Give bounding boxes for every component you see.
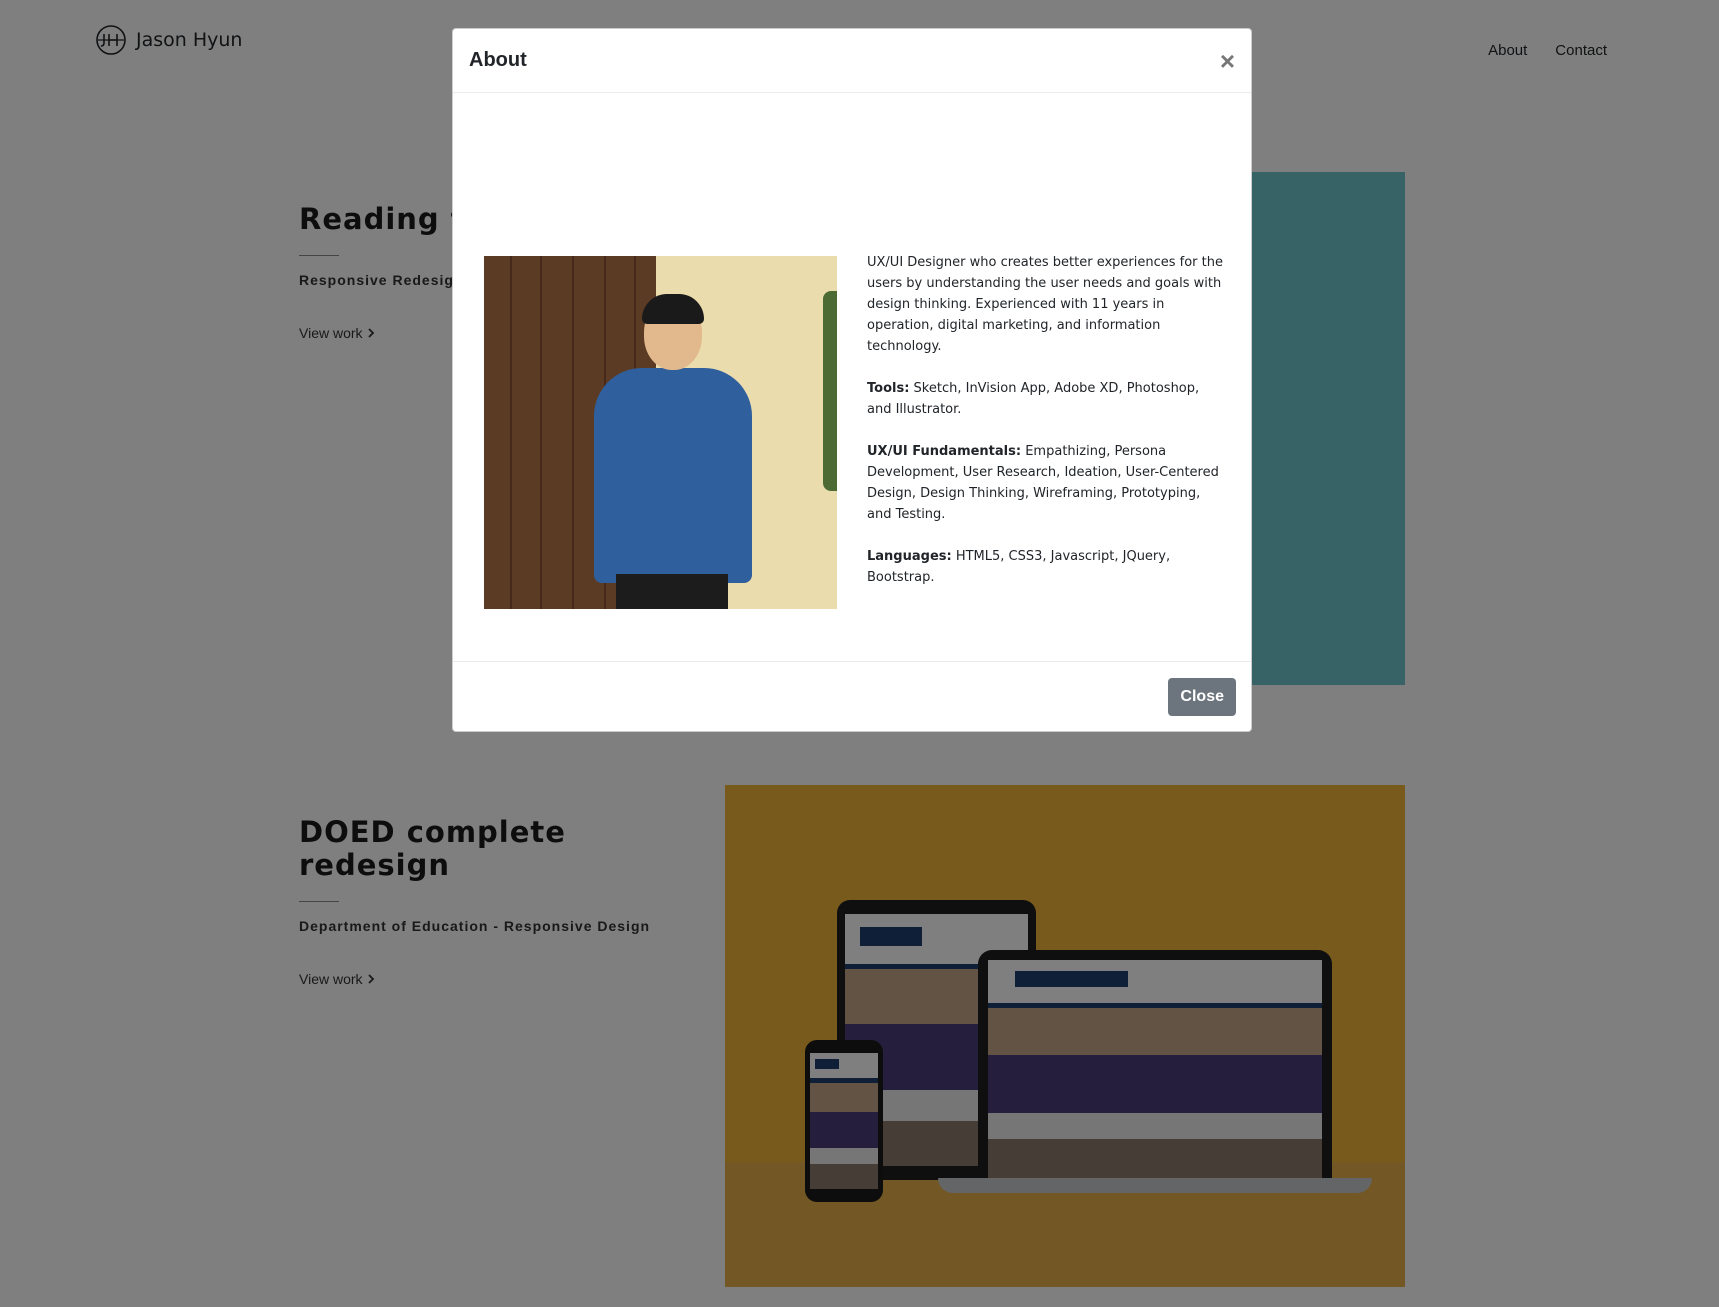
bio-paragraph: UX/UI Designer who creates better experi…: [867, 255, 1223, 354]
languages-paragraph: Languages: HTML5, CSS3, Javascript, JQue…: [867, 546, 1227, 588]
close-button[interactable]: Close: [1168, 678, 1236, 716]
about-text: UX/UI Designer who creates better experi…: [867, 252, 1227, 609]
modal-header: About ×: [453, 29, 1251, 93]
modal-body: UX/UI Designer who creates better experi…: [453, 93, 1251, 663]
modal-title: About: [469, 49, 527, 71]
close-icon[interactable]: ×: [1220, 48, 1235, 74]
fundamentals-label: UX/UI Fundamentals:: [867, 444, 1022, 459]
fundamentals-paragraph: UX/UI Fundamentals: Empathizing, Persona…: [867, 441, 1227, 525]
languages-label: Languages:: [867, 549, 952, 564]
tools-label: Tools:: [867, 381, 910, 396]
modal-footer: Close: [453, 661, 1251, 731]
tools-value: Sketch, InVision App, Adobe XD, Photosho…: [867, 381, 1200, 417]
profile-photo: [484, 256, 837, 609]
about-modal: About × UX/UI Designer who creates bette…: [452, 28, 1252, 732]
tools-paragraph: Tools: Sketch, InVision App, Adobe XD, P…: [867, 378, 1227, 420]
